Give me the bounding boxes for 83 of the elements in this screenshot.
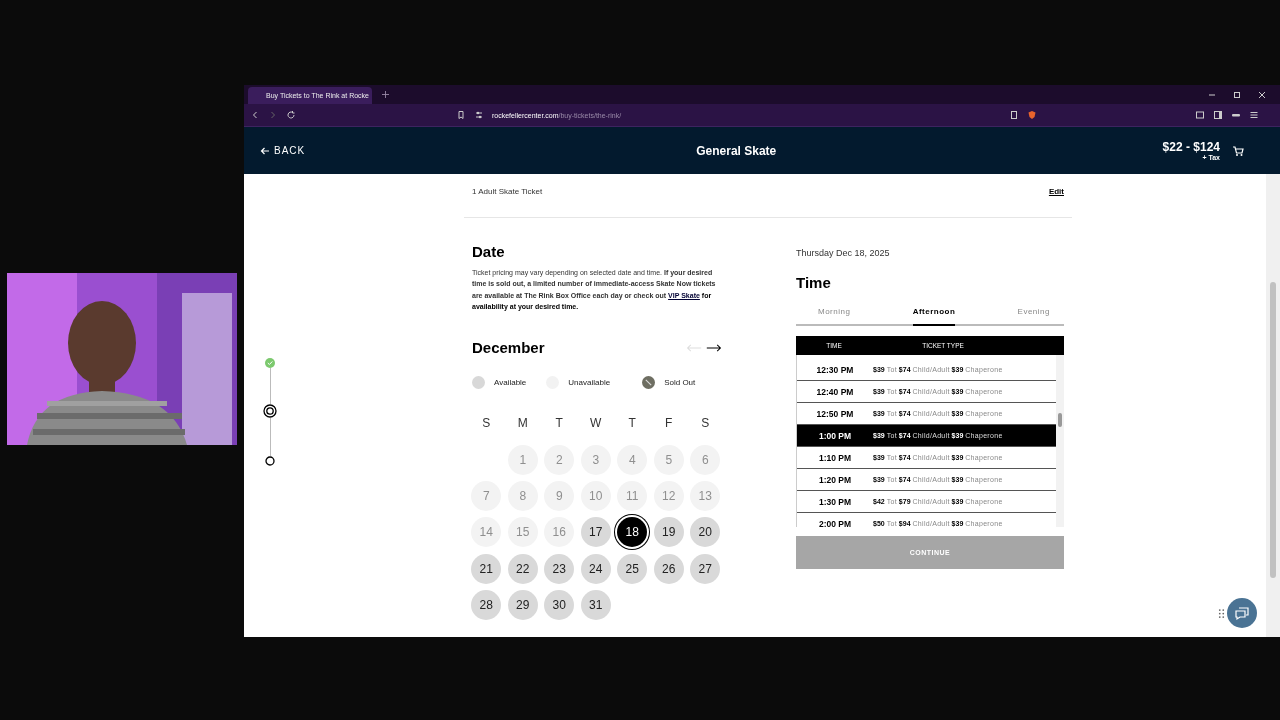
slot-time: 1:00 PM bbox=[817, 430, 853, 441]
calendar-day: 11 bbox=[617, 480, 648, 511]
restore-icon[interactable] bbox=[1233, 90, 1241, 99]
calendar-day[interactable]: 17 bbox=[580, 517, 611, 548]
page-scrollbar[interactable] bbox=[1266, 174, 1280, 637]
back-icon[interactable] bbox=[250, 110, 260, 120]
calendar-day[interactable]: 24 bbox=[580, 553, 611, 584]
arrow-left-icon bbox=[260, 145, 270, 156]
price-range: $22 - $124 bbox=[1162, 140, 1220, 154]
calendar-day: 8 bbox=[507, 480, 538, 511]
calendar-day: 12 bbox=[653, 480, 684, 511]
slot-time: 1:10 PM bbox=[817, 452, 853, 463]
plus-icon[interactable] bbox=[382, 91, 389, 98]
time-tab[interactable]: Morning bbox=[818, 303, 851, 326]
time-heading: Time bbox=[796, 274, 832, 291]
calendar-day: 14 bbox=[471, 517, 502, 548]
slot-time: 1:30 PM bbox=[817, 496, 853, 507]
slot-time: 12:40 PM bbox=[815, 386, 855, 397]
weekday-label: T bbox=[555, 416, 563, 431]
calendar-day[interactable]: 31 bbox=[580, 589, 611, 620]
page-title: General Skate bbox=[696, 143, 777, 158]
calendar-day[interactable]: 19 bbox=[653, 517, 684, 548]
weekday-label: M bbox=[517, 416, 528, 431]
calendar-day[interactable]: 29 bbox=[507, 589, 538, 620]
reader-icon[interactable] bbox=[1009, 110, 1020, 120]
calendar-day: 10 bbox=[580, 480, 611, 511]
calendar-day[interactable]: 30 bbox=[544, 589, 575, 620]
slot-time: 1:20 PM bbox=[817, 474, 853, 485]
calendar-day[interactable]: 27 bbox=[690, 553, 721, 584]
cart-icon[interactable] bbox=[1232, 144, 1244, 157]
weekday-label: W bbox=[590, 416, 602, 431]
back-button[interactable]: BACK bbox=[260, 145, 306, 156]
slot-time: 2:00 PM bbox=[817, 518, 853, 527]
calendar-day: 1 bbox=[507, 444, 538, 475]
calendar-day: 2 bbox=[544, 444, 575, 475]
shield-icon[interactable] bbox=[1027, 110, 1038, 120]
legend-label: Available bbox=[494, 378, 527, 388]
calendar-day: 16 bbox=[544, 517, 575, 548]
calendar-day: 6 bbox=[690, 444, 721, 475]
arrow-right-icon[interactable] bbox=[706, 342, 722, 353]
weekday-label: F bbox=[665, 416, 673, 431]
weekday-label: S bbox=[701, 416, 710, 431]
slot-time: 12:30 PM bbox=[815, 364, 855, 375]
calendar-day[interactable]: 28 bbox=[471, 589, 502, 620]
calendar-day[interactable]: 23 bbox=[544, 553, 575, 584]
weekday-label: S bbox=[482, 416, 491, 431]
calendar-day: 5 bbox=[653, 444, 684, 475]
chat-icon bbox=[1234, 605, 1250, 621]
available-swatch-icon bbox=[472, 376, 485, 390]
slot-time: 12:50 PM bbox=[815, 408, 855, 419]
menu-icon[interactable] bbox=[1249, 110, 1260, 120]
calendar-day[interactable]: 25 bbox=[617, 553, 648, 584]
month-title: December bbox=[472, 339, 545, 357]
legend-label: Unavailable bbox=[568, 378, 611, 388]
site-settings-icon[interactable] bbox=[474, 110, 484, 120]
legend-label: Sold Out bbox=[664, 378, 696, 388]
calendar-day: 9 bbox=[544, 480, 575, 511]
sidebar-icon[interactable] bbox=[1213, 110, 1224, 120]
calendar-day: 15 bbox=[507, 517, 538, 548]
chat-button[interactable] bbox=[1227, 598, 1257, 628]
drag-handle-icon[interactable] bbox=[1218, 608, 1225, 619]
reload-icon[interactable] bbox=[286, 110, 296, 120]
bookmark-icon[interactable] bbox=[456, 110, 466, 120]
sold-out-swatch-icon bbox=[642, 376, 656, 390]
calendar-day: 3 bbox=[580, 444, 611, 475]
calendar-day: 7 bbox=[471, 480, 502, 511]
close-icon[interactable] bbox=[1258, 90, 1266, 99]
calendar-day[interactable]: 26 bbox=[653, 553, 684, 584]
calendar-day[interactable]: 21 bbox=[471, 553, 502, 584]
time-tab[interactable]: Evening bbox=[1017, 303, 1050, 326]
calendar-day: 4 bbox=[617, 444, 648, 475]
calendar-day[interactable]: 22 bbox=[507, 553, 538, 584]
ticket-summary: 1 Adult Skate Ticket bbox=[472, 187, 543, 196]
time-tab[interactable]: Afternoon bbox=[912, 303, 956, 326]
selected-date: Thursday Dec 18, 2025 bbox=[796, 248, 891, 258]
calendar-day: 13 bbox=[690, 480, 721, 511]
date-heading: Date bbox=[472, 243, 506, 260]
window-icon[interactable] bbox=[1195, 110, 1206, 120]
table-scrollbar[interactable] bbox=[1056, 355, 1064, 527]
weekday-label: T bbox=[628, 416, 636, 431]
calendar-day[interactable]: 20 bbox=[690, 517, 721, 548]
edit-link[interactable]: Edit bbox=[1048, 187, 1064, 196]
calendar-day[interactable]: 18 bbox=[617, 517, 648, 548]
